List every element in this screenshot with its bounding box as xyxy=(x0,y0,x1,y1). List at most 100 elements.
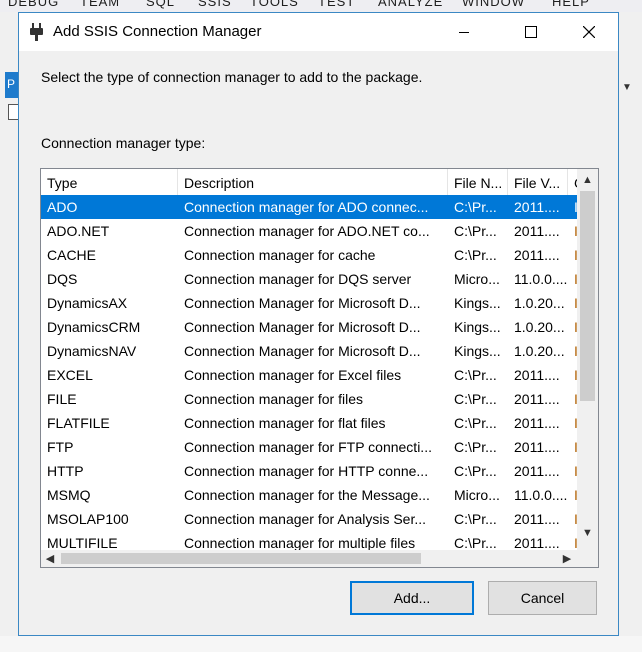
dialog-title: Add SSIS Connection Manager xyxy=(53,23,262,40)
bg-menu-item: TEAM xyxy=(80,0,121,9)
maximize-button[interactable] xyxy=(508,13,554,51)
cell-description: Connection manager for the Message... xyxy=(184,487,430,503)
cell-type: DynamicsCRM xyxy=(47,319,141,335)
cell-type: FLATFILE xyxy=(47,415,110,431)
cell-type: MULTIFILE xyxy=(47,535,118,551)
column-header-file-version[interactable]: File V... xyxy=(508,169,568,195)
cell-file-version: 2011.... xyxy=(514,415,560,431)
cell-type: CACHE xyxy=(47,247,97,263)
cell-file-version: 1.0.20... xyxy=(514,343,565,359)
cell-file-name: C:\Pr... xyxy=(454,511,497,527)
column-header-type[interactable]: Type xyxy=(41,169,178,195)
cell-description: Connection Manager for Microsoft D... xyxy=(184,343,421,359)
vertical-scroll-thumb[interactable] xyxy=(580,191,595,401)
table-row[interactable]: MSMQ Connection manager for the Message..… xyxy=(41,483,577,507)
table-row[interactable]: DynamicsCRM Connection Manager for Micros… xyxy=(41,315,577,339)
close-button[interactable] xyxy=(566,13,612,51)
cell-file-name: C:\Pr... xyxy=(454,391,497,407)
column-header-file-name[interactable]: File N... xyxy=(448,169,508,195)
cell-description: Connection manager for cache xyxy=(184,247,376,263)
scroll-left-icon[interactable]: ◀ xyxy=(41,550,59,567)
cell-file-version: 1.0.20... xyxy=(514,295,565,311)
cell-extra: I xyxy=(568,411,577,435)
cell-extra: I xyxy=(568,291,577,315)
ssis-plug-icon xyxy=(29,23,45,41)
table-row[interactable]: MULTIFILE Connection manager for multiple… xyxy=(41,531,577,551)
cancel-button[interactable]: Cancel xyxy=(488,581,597,615)
cell-description: Connection manager for Analysis Ser... xyxy=(184,511,427,527)
cell-description: Connection manager for FTP connecti... xyxy=(184,439,432,455)
cell-type: MSMQ xyxy=(47,487,91,503)
cell-file-version: 2011.... xyxy=(514,439,560,455)
cell-type: DQS xyxy=(47,271,78,287)
list-header: Type Description File N... File V... C xyxy=(41,169,584,195)
cell-description: Connection manager for multiple files xyxy=(184,535,416,551)
horizontal-scrollbar[interactable]: ◀ ▶ xyxy=(41,550,577,567)
bg-menu-item: DEBUG xyxy=(8,0,60,9)
cell-file-version: 11.0.0.... xyxy=(514,487,568,503)
cell-extra: I xyxy=(568,243,577,267)
chevron-down-icon: ▼ xyxy=(622,82,632,93)
cell-file-name: C:\Pr... xyxy=(454,415,497,431)
scroll-up-icon[interactable]: ▲ xyxy=(577,171,598,189)
table-row[interactable]: CACHE Connection manager for cache C:\Pr..… xyxy=(41,243,577,267)
table-row[interactable]: FTP Connection manager for FTP connecti..… xyxy=(41,435,577,459)
background-bottom-panel xyxy=(0,636,642,652)
cell-file-name: C:\Pr... xyxy=(454,439,497,455)
cell-description: Connection Manager for Microsoft D... xyxy=(184,295,421,311)
table-row[interactable]: ADO Connection manager for ADO connec... C… xyxy=(41,195,577,219)
cell-file-version: 2011.... xyxy=(514,463,560,479)
cell-file-name: Kings... xyxy=(454,319,501,335)
cell-file-version: 2011.... xyxy=(514,535,560,551)
vertical-scrollbar[interactable]: ▲ ▼ xyxy=(577,169,598,550)
connection-type-label: Connection manager type: xyxy=(41,135,206,151)
table-row[interactable]: HTTP Connection manager for HTTP conne...… xyxy=(41,459,577,483)
close-icon xyxy=(583,26,595,38)
cell-type: HTTP xyxy=(47,463,84,479)
cell-file-name: Kings... xyxy=(454,295,501,311)
title-bar[interactable]: Add SSIS Connection Manager xyxy=(19,13,618,51)
cell-extra: I xyxy=(568,195,577,219)
cell-description: Connection manager for HTTP conne... xyxy=(184,463,429,479)
dialog-prompt: Select the type of connection manager to… xyxy=(41,69,423,85)
table-row[interactable]: FLATFILE Connection manager for flat file… xyxy=(41,411,577,435)
table-row[interactable]: DynamicsNAV Connection Manager for Micros… xyxy=(41,339,577,363)
bg-menu-item: WINDOW xyxy=(462,0,526,9)
cell-extra: I xyxy=(568,315,577,339)
add-button[interactable]: Add... xyxy=(350,581,474,615)
cell-extra: I xyxy=(568,363,577,387)
scroll-right-icon[interactable]: ▶ xyxy=(558,550,576,567)
bg-menu-item: TEST xyxy=(318,0,356,9)
cell-file-version: 2011.... xyxy=(514,391,560,407)
cell-file-version: 2011.... xyxy=(514,199,560,215)
cell-extra: I xyxy=(568,387,577,411)
cell-file-version: 2011.... xyxy=(514,223,560,239)
cell-file-name: C:\Pr... xyxy=(454,223,497,239)
table-row[interactable]: ADO.NET Connection manager for ADO.NET co… xyxy=(41,219,577,243)
cell-file-name: C:\Pr... xyxy=(454,199,497,215)
cell-file-version: 2011.... xyxy=(514,247,560,263)
cell-type: FTP xyxy=(47,439,74,455)
bg-menu-item: SSIS xyxy=(198,0,232,9)
table-row[interactable]: FILE Connection manager for files C:\Pr...… xyxy=(41,387,577,411)
cell-extra: I xyxy=(568,531,577,551)
scroll-down-icon[interactable]: ▼ xyxy=(577,524,598,542)
background-menubar: DEBUG TEAM SQL SSIS TOOLS TEST ANALYZE W… xyxy=(0,0,642,12)
cell-file-name: C:\Pr... xyxy=(454,535,497,551)
cell-type: ADO.NET xyxy=(47,223,110,239)
column-header-description[interactable]: Description xyxy=(178,169,448,195)
horizontal-scroll-thumb[interactable] xyxy=(61,553,421,564)
cell-description: Connection Manager for Microsoft D... xyxy=(184,319,421,335)
background-right-panel xyxy=(620,12,642,652)
table-row[interactable]: DynamicsAX Connection Manager for Microso… xyxy=(41,291,577,315)
bg-menu-item: HELP xyxy=(552,0,590,9)
list-rows: ADO Connection manager for ADO connec... C… xyxy=(41,195,577,551)
minimize-button[interactable] xyxy=(441,13,487,51)
table-row[interactable]: DQS Connection manager for DQS server Micr… xyxy=(41,267,577,291)
minimize-icon xyxy=(459,31,469,33)
table-row[interactable]: MSOLAP100 Connection manager for Analysis… xyxy=(41,507,577,531)
cell-description: Connection manager for ADO.NET co... xyxy=(184,223,430,239)
connection-type-list[interactable]: Type Description File N... File V... C A… xyxy=(40,168,599,568)
cell-extra: I xyxy=(568,435,577,459)
table-row[interactable]: EXCEL Connection manager for Excel files C… xyxy=(41,363,577,387)
